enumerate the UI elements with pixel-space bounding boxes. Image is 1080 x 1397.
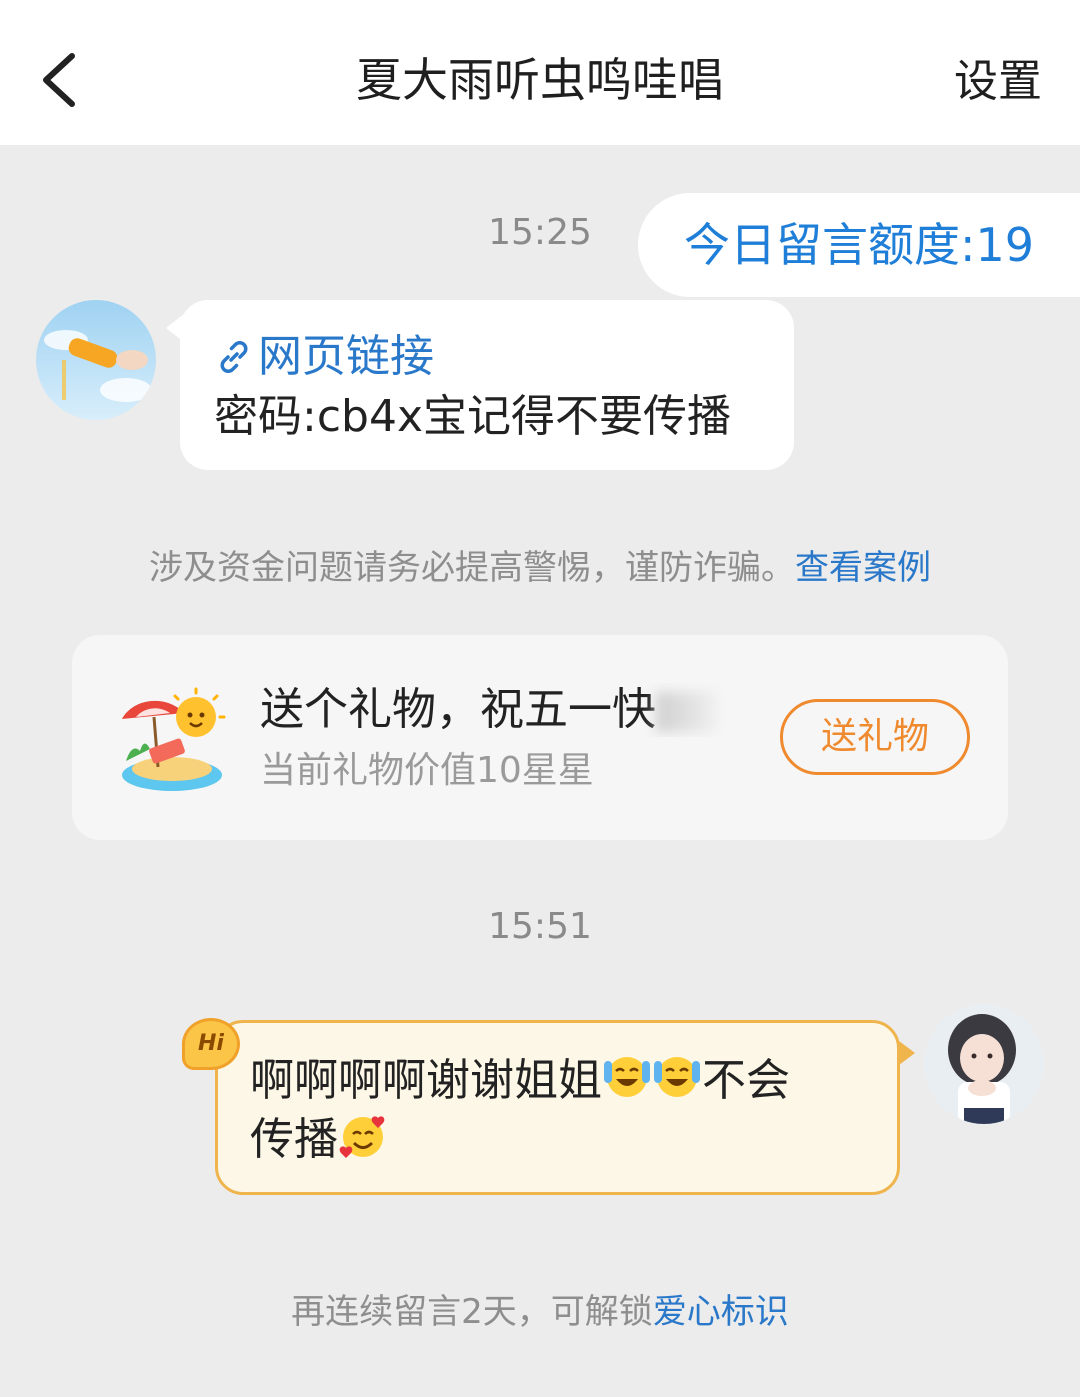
redacted-text bbox=[656, 692, 716, 732]
streak-hint-text: 再连续留言2天，可解锁 bbox=[291, 1292, 653, 1332]
streak-hint: 再连续留言2天，可解锁爱心标识 bbox=[0, 1290, 1080, 1334]
settings-button[interactable]: 设置 bbox=[954, 52, 1042, 112]
timestamp: 15:51 bbox=[488, 906, 592, 947]
message-text: 啊啊啊啊谢谢姐姐 不会 传播 bbox=[250, 1051, 877, 1169]
gift-title-text: 送个礼物，祝五一快 bbox=[260, 684, 656, 735]
chevron-left-icon bbox=[43, 53, 75, 107]
fraud-notice-text: 涉及资金问题请务必提高警惕，谨防诈骗。 bbox=[149, 548, 795, 588]
link-icon bbox=[220, 341, 248, 373]
smiling-face-with-hearts-emoji-icon bbox=[339, 1116, 385, 1158]
heart-badge-link[interactable]: 爱心标识 bbox=[653, 1292, 789, 1332]
tears-of-joy-emoji-icon bbox=[654, 1057, 700, 1097]
web-link[interactable]: 网页链接 bbox=[214, 328, 794, 386]
message-text-part: 不会 bbox=[702, 1055, 790, 1106]
sender-avatar[interactable] bbox=[36, 300, 156, 420]
quota-pill: 今日留言额度:19 bbox=[638, 193, 1080, 297]
fraud-notice: 涉及资金问题请务必提高警惕，谨防诈骗。查看案例 bbox=[0, 546, 1080, 590]
message-text-part: 啊啊啊啊谢谢姐姐 bbox=[250, 1055, 602, 1106]
message-text: 密码:cb4x宝记得不要传播 bbox=[214, 391, 731, 442]
message-text-part: 传播 bbox=[250, 1114, 338, 1165]
gift-title: 送个礼物，祝五一快 bbox=[260, 683, 740, 737]
web-link-label: 网页链接 bbox=[258, 331, 434, 382]
hi-badge: Hi bbox=[182, 1018, 240, 1070]
outgoing-message-bubble: 啊啊啊啊谢谢姐姐 不会 传播 bbox=[215, 1020, 915, 1195]
sender-avatar-image bbox=[36, 300, 156, 420]
my-avatar-image bbox=[924, 1004, 1044, 1124]
gift-card: 送个礼物，祝五一快 当前礼物价值10星星 送礼物 bbox=[72, 635, 1008, 840]
incoming-message-bubble: 网页链接 密码:cb4x宝记得不要传播 bbox=[166, 300, 794, 470]
tears-of-joy-emoji-icon bbox=[604, 1057, 650, 1097]
view-cases-link[interactable]: 查看案例 bbox=[795, 548, 931, 588]
chat-title: 夏大雨听虫鸣哇唱 bbox=[356, 53, 724, 107]
bubble-tail bbox=[899, 1041, 915, 1065]
timestamp: 15:25 bbox=[488, 212, 592, 253]
bubble-tail bbox=[166, 314, 184, 342]
my-avatar[interactable] bbox=[924, 1004, 1044, 1124]
gift-value: 当前礼物价值10星星 bbox=[260, 750, 594, 791]
beach-gift-icon bbox=[112, 677, 232, 797]
back-button[interactable] bbox=[30, 48, 90, 112]
top-bar: 夏大雨听虫鸣哇唱 设置 bbox=[0, 0, 1080, 145]
send-gift-button[interactable]: 送礼物 bbox=[780, 699, 970, 775]
